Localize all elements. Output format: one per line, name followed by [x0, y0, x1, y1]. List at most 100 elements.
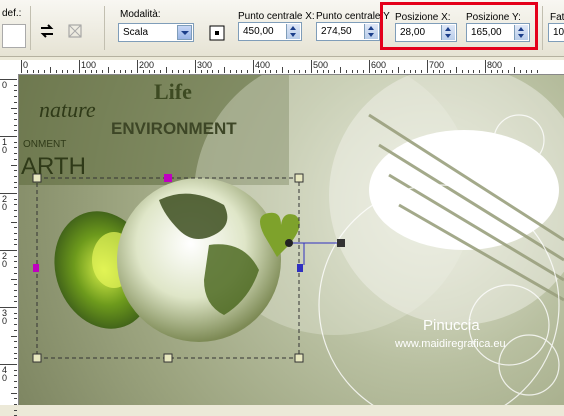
center-x-label: Punto centrale X:	[238, 11, 315, 22]
ruler-label: 800	[487, 60, 503, 70]
ruler-minor-tick	[14, 101, 17, 103]
ruler-minor-tick	[14, 261, 17, 263]
ruler-minor-tick	[14, 181, 17, 183]
ruler-minor-tick	[96, 70, 98, 73]
ruler-minor-tick	[142, 70, 144, 73]
ruler-minor-tick	[14, 324, 17, 326]
ruler-minor-tick	[102, 70, 104, 73]
ruler-label: 100	[81, 60, 97, 70]
ruler-minor-tick	[166, 67, 167, 73]
chevron-down-icon[interactable]	[177, 25, 192, 40]
ruler-minor-tick	[479, 70, 481, 73]
ruler-minor-tick	[537, 70, 539, 73]
text-onment: ONMENT	[23, 139, 67, 150]
ruler-minor-tick	[14, 244, 17, 246]
ruler-minor-tick	[467, 70, 469, 73]
ruler-minor-tick	[293, 70, 295, 73]
ruler-minor-tick	[14, 301, 17, 303]
ruler-tick	[195, 60, 196, 73]
ruler-minor-tick	[125, 70, 127, 73]
ruler-minor-tick	[235, 70, 237, 73]
ruler-minor-tick	[490, 70, 492, 73]
ruler-minor-tick	[14, 329, 17, 331]
ruler-minor-tick	[14, 358, 17, 360]
preset-picker-button[interactable]	[2, 24, 26, 48]
ruler-minor-tick	[154, 70, 156, 73]
ruler-minor-tick	[287, 70, 289, 73]
ruler-minor-tick	[514, 67, 515, 73]
center-y-spinner[interactable]	[364, 24, 378, 39]
ruler-label: 4 0	[2, 365, 8, 383]
mode-value: Scala	[123, 27, 149, 38]
ruler-minor-tick	[160, 70, 162, 73]
vertical-ruler[interactable]: 0 1 0 2 0 2 0 3 0 4 0	[0, 74, 19, 416]
ruler-minor-tick	[14, 381, 17, 383]
ruler-minor-tick	[328, 70, 330, 73]
watermark-name: Pinuccia	[423, 317, 480, 334]
ruler-tick	[485, 60, 486, 73]
center-y-label: Punto centrale Y	[316, 11, 390, 22]
ruler-minor-tick	[282, 67, 283, 73]
ruler-minor-tick	[67, 70, 69, 73]
center-point-icon[interactable]	[208, 24, 226, 42]
ruler-minor-tick	[508, 70, 510, 73]
ruler-minor-tick	[14, 175, 17, 177]
cut-label: Fat	[550, 12, 564, 23]
ruler-minor-tick	[11, 335, 17, 337]
ruler-label: 2 0	[2, 251, 8, 269]
ruler-minor-tick	[14, 255, 17, 257]
ruler-minor-tick	[456, 67, 457, 73]
ruler-minor-tick	[450, 70, 452, 73]
reset-arrows-icon[interactable]	[38, 22, 56, 40]
ruler-minor-tick	[432, 70, 434, 73]
ruler-minor-tick	[200, 70, 202, 73]
ruler-minor-tick	[14, 341, 17, 343]
ruler-minor-tick	[14, 272, 17, 274]
separator	[542, 6, 543, 50]
ruler-tick	[253, 60, 254, 73]
ruler-label: 2 0	[2, 194, 8, 212]
ruler-minor-tick	[258, 70, 260, 73]
ruler-minor-tick	[38, 70, 40, 73]
ruler-minor-tick	[531, 70, 533, 73]
mode-select[interactable]: Scala	[118, 23, 194, 42]
ruler-minor-tick	[14, 90, 17, 92]
center-y-value: 274,50	[321, 26, 352, 37]
ruler-minor-tick	[14, 267, 17, 269]
ruler-tick	[427, 60, 428, 73]
ruler-minor-tick	[14, 141, 17, 143]
tool-options-bar: def.: Modalità: Scala Punto centrale X: …	[0, 0, 564, 57]
ruler-minor-tick	[398, 67, 399, 73]
ruler-minor-tick	[14, 84, 17, 86]
ruler-label: 1 0	[2, 137, 8, 155]
ruler-minor-tick	[14, 198, 17, 200]
ruler-minor-tick	[519, 70, 521, 73]
ruler-minor-tick	[322, 70, 324, 73]
ruler-minor-tick	[14, 96, 17, 98]
ruler-minor-tick	[14, 124, 17, 126]
horizontal-ruler[interactable]: 0 100 200 300 400 500 600 700 800	[18, 60, 564, 75]
ruler-tick	[369, 60, 370, 73]
ruler-minor-tick	[241, 70, 243, 73]
ruler-minor-tick	[90, 70, 92, 73]
center-y-input[interactable]: 274,50	[316, 22, 380, 41]
ruler-tick	[79, 60, 80, 73]
ruler-label: 500	[313, 60, 329, 70]
ruler-minor-tick	[229, 70, 231, 73]
ruler-minor-tick	[415, 70, 417, 73]
separator	[104, 6, 105, 50]
ruler-minor-tick	[11, 221, 17, 223]
ruler-minor-tick	[189, 70, 191, 73]
center-x-input[interactable]: 450,00	[238, 22, 302, 41]
ruler-minor-tick	[14, 158, 17, 160]
ruler-minor-tick	[14, 312, 17, 314]
ruler-minor-tick	[444, 70, 446, 73]
ruler-minor-tick	[14, 284, 17, 286]
ruler-minor-tick	[11, 392, 17, 394]
deform-grid-icon[interactable]	[66, 22, 84, 40]
ruler-minor-tick	[14, 204, 17, 206]
image-canvas[interactable]: Life nature ENVIRONMENT ONMENT ARTH Pinu…	[19, 75, 564, 405]
cut-input[interactable]: 10	[548, 23, 564, 42]
center-x-spinner[interactable]	[286, 24, 300, 39]
ruler-minor-tick	[247, 70, 249, 73]
